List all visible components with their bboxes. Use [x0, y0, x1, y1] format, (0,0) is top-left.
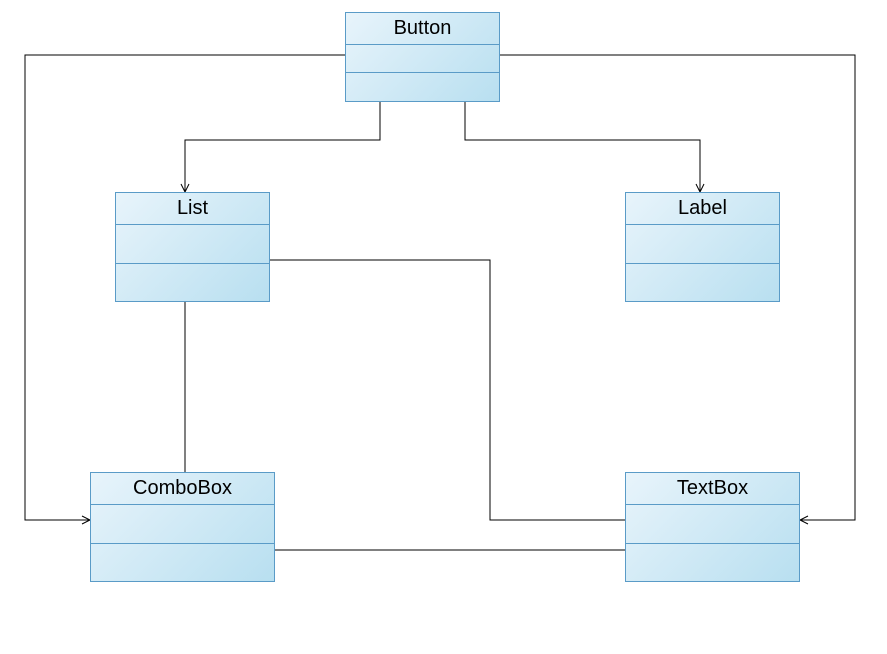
edge-list-textbox — [270, 260, 625, 520]
node-label-ops — [626, 264, 779, 302]
node-textbox: TextBox — [625, 472, 800, 582]
node-button: Button — [345, 12, 500, 102]
edge-button-label — [465, 102, 700, 192]
node-button-ops — [346, 73, 499, 101]
diagram-canvas: Button List Label ComboBox TextBox — [0, 0, 887, 654]
node-combobox-title: ComboBox — [91, 473, 274, 505]
node-textbox-ops — [626, 544, 799, 582]
node-button-attrs — [346, 45, 499, 73]
node-list-title: List — [116, 193, 269, 225]
edge-button-list — [185, 102, 380, 192]
node-combobox-attrs — [91, 505, 274, 544]
node-button-title: Button — [346, 13, 499, 45]
node-list: List — [115, 192, 270, 302]
node-label: Label — [625, 192, 780, 302]
node-textbox-title: TextBox — [626, 473, 799, 505]
node-label-title: Label — [626, 193, 779, 225]
node-combobox: ComboBox — [90, 472, 275, 582]
node-label-attrs — [626, 225, 779, 264]
node-textbox-attrs — [626, 505, 799, 544]
node-combobox-ops — [91, 544, 274, 582]
node-list-ops — [116, 264, 269, 302]
node-list-attrs — [116, 225, 269, 264]
